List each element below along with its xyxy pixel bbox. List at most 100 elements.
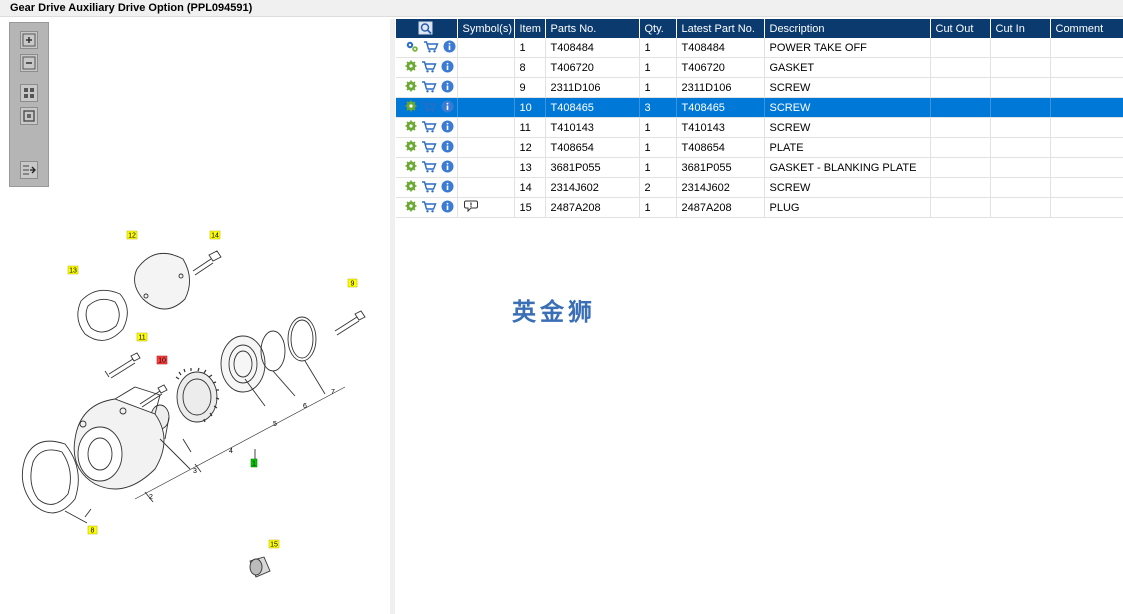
table-row[interactable]: 10 T408465 3 T408465 SCREW <box>396 97 1123 118</box>
callout-6[interactable]: 6 <box>303 403 307 410</box>
column-header-description[interactable]: Description <box>764 19 931 38</box>
exploded-parts-diagram[interactable]: 12 14 13 9 11 10 1 2 3 4 5 6 7 8 15 <box>5 199 390 599</box>
symbol-cell[interactable] <box>457 197 515 218</box>
details-button[interactable] <box>405 120 417 135</box>
item-cell: 15 <box>514 197 546 218</box>
details-button[interactable] <box>405 100 417 115</box>
callout-5[interactable]: 5 <box>273 421 277 428</box>
zoom-out-button[interactable] <box>20 54 38 72</box>
details-button[interactable] <box>405 60 417 75</box>
callout-15[interactable]: 15 <box>270 542 278 549</box>
info-icon <box>441 120 454 132</box>
latest-part-no-cell: T408484 <box>676 38 765 58</box>
gear-icon <box>405 160 417 172</box>
add-to-cart-button[interactable] <box>423 40 439 56</box>
qty-cell: 3 <box>639 97 677 118</box>
fit-to-window-button[interactable] <box>20 84 38 102</box>
callout-9[interactable]: 9 <box>351 281 355 288</box>
callout-12[interactable]: 12 <box>128 233 136 240</box>
table-row[interactable]: 13 3681P055 1 3681P055 GASKET - BLANKING PLA… <box>396 157 1123 178</box>
column-header-comment[interactable]: Comment <box>1050 19 1123 38</box>
latest-part-no-cell: 2487A208 <box>676 197 765 218</box>
info-icon <box>441 60 454 72</box>
add-to-cart-button[interactable] <box>421 160 437 176</box>
callout-14[interactable]: 14 <box>211 233 219 240</box>
parts-no-cell: T408484 <box>545 38 640 58</box>
column-header-latest-part-no[interactable]: Latest Part No. <box>676 19 765 38</box>
cut-out-cell <box>930 157 991 178</box>
table-row[interactable]: 9 2311D106 1 2311D106 SCREW <box>396 77 1123 98</box>
latest-part-no-cell: T410143 <box>676 117 765 138</box>
zoom-in-button[interactable] <box>20 31 38 49</box>
add-to-cart-button[interactable] <box>421 200 437 216</box>
callout-2[interactable]: 2 <box>149 494 153 501</box>
table-row[interactable]: 14 2314J602 2 2314J602 SCREW <box>396 177 1123 198</box>
gear-icon <box>405 180 417 192</box>
comment-cell <box>1050 57 1123 78</box>
item-cell: 9 <box>514 77 546 98</box>
details-button[interactable] <box>405 180 417 195</box>
table-row[interactable]: 8 T406720 1 T406720 GASKET <box>396 57 1123 78</box>
column-header-search[interactable] <box>396 19 458 38</box>
callout-4[interactable]: 4 <box>229 448 233 455</box>
add-to-cart-button[interactable] <box>421 100 437 116</box>
pane-splitter[interactable] <box>390 19 395 614</box>
add-to-cart-button[interactable] <box>421 80 437 96</box>
info-button[interactable] <box>441 100 454 116</box>
item-cell: 8 <box>514 57 546 78</box>
details-button[interactable] <box>405 40 419 56</box>
cart-icon <box>422 60 437 72</box>
details-button[interactable] <box>405 200 417 215</box>
callout-13[interactable]: 13 <box>69 268 77 275</box>
comment-icon <box>463 200 478 213</box>
comment-cell <box>1050 38 1123 58</box>
add-to-cart-button[interactable] <box>421 120 437 136</box>
cut-out-cell <box>930 177 991 198</box>
add-to-cart-button[interactable] <box>421 180 437 196</box>
callout-11[interactable]: 11 <box>138 335 145 342</box>
column-header-parts-no[interactable]: Parts No. <box>545 19 640 38</box>
callout-8[interactable]: 8 <box>91 528 95 535</box>
details-button[interactable] <box>405 80 417 95</box>
callout-7[interactable]: 7 <box>331 389 335 396</box>
description-cell: SCREW <box>764 97 931 118</box>
export-button[interactable] <box>20 161 38 179</box>
cart-icon <box>422 200 437 212</box>
details-button[interactable] <box>405 140 417 155</box>
table-row[interactable]: 12 T408654 1 T408654 PLATE <box>396 137 1123 158</box>
comment-cell <box>1050 177 1123 198</box>
table-row[interactable]: 1 T408484 1 T408484 POWER TAKE OFF <box>396 38 1123 58</box>
diagram-pane[interactable]: 12 14 13 9 11 10 1 2 3 4 5 6 7 8 15 <box>5 19 391 614</box>
cut-out-cell <box>930 117 991 138</box>
info-button[interactable] <box>441 160 454 176</box>
column-header-qty[interactable]: Qty. <box>639 19 677 38</box>
cart-icon <box>422 180 437 192</box>
column-header-symbols[interactable]: Symbol(s) <box>457 19 515 38</box>
search-parts-icon <box>418 21 433 35</box>
info-button[interactable] <box>441 140 454 156</box>
info-icon <box>441 100 454 112</box>
details-button[interactable] <box>405 160 417 175</box>
item-cell: 11 <box>514 117 546 138</box>
cut-in-cell <box>990 157 1051 178</box>
parts-no-cell: T408654 <box>545 137 640 158</box>
table-row[interactable]: 15 2487A208 1 2487A208 PLUG <box>396 197 1123 218</box>
table-row[interactable]: 11 T410143 1 T410143 SCREW <box>396 117 1123 138</box>
callout-3[interactable]: 3 <box>193 468 197 475</box>
parts-list-table: Symbol(s) Item Parts No. Qty. Latest Par… <box>396 19 1123 218</box>
callout-10[interactable]: 10 <box>158 358 166 365</box>
info-button[interactable] <box>443 40 456 56</box>
column-header-item[interactable]: Item <box>514 19 546 38</box>
add-to-cart-button[interactable] <box>421 60 437 76</box>
column-header-cut-out[interactable]: Cut Out <box>930 19 991 38</box>
info-button[interactable] <box>441 80 454 96</box>
column-header-cut-in[interactable]: Cut In <box>990 19 1051 38</box>
info-button[interactable] <box>441 60 454 76</box>
cut-in-cell <box>990 57 1051 78</box>
actual-size-button[interactable] <box>20 107 38 125</box>
info-button[interactable] <box>441 200 454 216</box>
add-to-cart-button[interactable] <box>421 140 437 156</box>
info-button[interactable] <box>441 180 454 196</box>
info-button[interactable] <box>441 120 454 136</box>
callout-1[interactable]: 1 <box>252 461 256 468</box>
